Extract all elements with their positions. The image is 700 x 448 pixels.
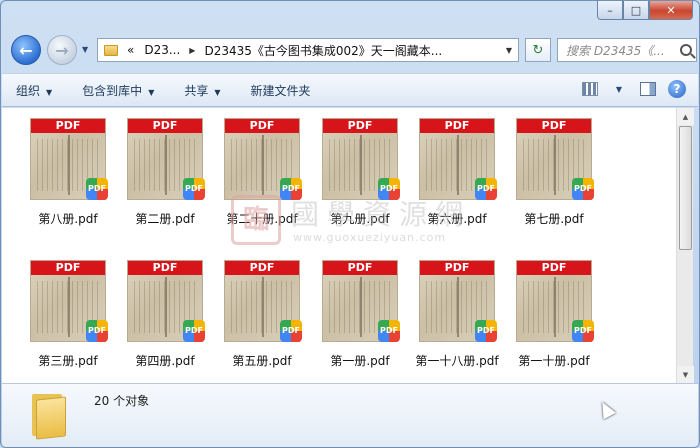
file-name: 第六册.pdf — [427, 212, 487, 226]
file-name: 第八册.pdf — [38, 212, 98, 226]
folder-icon — [30, 390, 66, 440]
pdf-banner: PDF — [31, 261, 105, 275]
pdf-banner: PDF — [31, 119, 105, 133]
include-in-library-menu[interactable]: 包含到库中 ▼ — [82, 82, 154, 99]
breadcrumb-parent[interactable]: D23... — [139, 43, 185, 57]
pdf-app-icon: PDF — [280, 178, 302, 200]
file-name: 第一十册.pdf — [518, 354, 590, 368]
file-item[interactable]: PDF PDF 第一册.pdf — [312, 254, 408, 382]
refresh-icon: ↻ — [532, 42, 544, 58]
pdf-app-icon: PDF — [86, 178, 108, 200]
back-button[interactable]: ← — [11, 35, 41, 65]
change-view-icon[interactable] — [582, 82, 598, 96]
pdf-banner: PDF — [323, 119, 397, 133]
pdf-app-icon: PDF — [378, 320, 400, 342]
scroll-down-icon[interactable]: ▼ — [677, 366, 694, 383]
file-item[interactable]: PDF PDF 第二十册.pdf — [214, 112, 310, 240]
file-item[interactable]: PDF PDF 第六册.pdf — [409, 112, 505, 240]
chevron-down-icon: ▼ — [46, 87, 53, 97]
file-name: 第四册.pdf — [135, 354, 195, 368]
new-folder-button[interactable]: 新建文件夹 — [251, 82, 311, 99]
pdf-app-icon: PDF — [475, 320, 497, 342]
file-item[interactable]: PDF PDF 第一十册.pdf — [506, 254, 602, 382]
vertical-scrollbar[interactable]: ▲ ▼ — [676, 108, 694, 383]
close-button[interactable]: ✕ — [649, 1, 693, 20]
pdf-app-icon: PDF — [183, 178, 205, 200]
scroll-up-icon[interactable]: ▲ — [677, 108, 694, 125]
refresh-button[interactable]: ↻ — [525, 38, 551, 62]
recent-pages-dropdown[interactable]: ▼ — [82, 45, 88, 54]
pdf-banner: PDF — [420, 261, 494, 275]
navigation-bar: ← → ▼ « D23... ▶ D23435《古今图书集成002》天一阁藏本.… — [9, 33, 697, 67]
arrow-right-icon: → — [55, 40, 69, 60]
file-name: 第一册.pdf — [330, 354, 390, 368]
pdf-app-icon: PDF — [378, 178, 400, 200]
scrollbar-thumb[interactable] — [679, 126, 692, 250]
share-menu[interactable]: 共享 ▼ — [184, 82, 220, 99]
minimize-button[interactable]: – — [597, 1, 623, 20]
file-item[interactable]: PDF PDF 第三册.pdf — [20, 254, 116, 382]
file-name: 第五册.pdf — [232, 354, 292, 368]
chevron-down-icon: ▼ — [214, 87, 221, 97]
organize-label: 组织 — [16, 83, 41, 98]
pdf-app-icon: PDF — [572, 178, 594, 200]
preview-pane-icon[interactable] — [640, 82, 656, 96]
file-item[interactable]: PDF PDF 第五册.pdf — [214, 254, 310, 382]
caption-buttons: – □ ✕ — [597, 1, 693, 21]
file-item[interactable]: PDF PDF 第八册.pdf — [20, 112, 116, 240]
help-icon[interactable]: ? — [668, 80, 686, 98]
include-library-label: 包含到库中 — [82, 83, 143, 98]
pdf-banner: PDF — [225, 261, 299, 275]
file-item[interactable]: PDF PDF 第一十八册.pdf — [409, 254, 505, 382]
explorer-window: – □ ✕ ← → ▼ « D23... ▶ D23435《古今图书集成002》… — [0, 0, 700, 448]
share-label: 共享 — [184, 83, 209, 98]
organize-menu[interactable]: 组织 ▼ — [16, 82, 52, 99]
pdf-banner: PDF — [225, 119, 299, 133]
arrow-left-icon: ← — [19, 40, 33, 60]
file-item[interactable]: PDF PDF 第二册.pdf — [117, 112, 213, 240]
folder-icon — [104, 44, 118, 56]
command-bar: 组织 ▼ 包含到库中 ▼ 共享 ▼ 新建文件夹 ▼ ? — [2, 73, 698, 107]
pdf-app-icon: PDF — [280, 320, 302, 342]
search-icon[interactable] — [680, 44, 692, 56]
file-item[interactable]: PDF PDF 第四册.pdf — [117, 254, 213, 382]
maximize-button[interactable]: □ — [623, 1, 649, 20]
pdf-banner: PDF — [128, 261, 202, 275]
address-chevrons[interactable]: « — [122, 43, 139, 57]
file-name: 第七册.pdf — [524, 212, 584, 226]
pdf-app-icon: PDF — [86, 320, 108, 342]
file-name: 第三册.pdf — [38, 354, 98, 368]
file-name: 第二十册.pdf — [226, 212, 298, 226]
item-count: 20 个对象 — [94, 394, 150, 408]
file-item[interactable]: PDF PDF 第九册.pdf — [312, 112, 408, 240]
pdf-banner: PDF — [420, 119, 494, 133]
chevron-down-icon: ▼ — [148, 87, 155, 97]
file-name: 第九册.pdf — [330, 212, 390, 226]
pdf-banner: PDF — [128, 119, 202, 133]
view-controls: ▼ ? — [570, 80, 686, 98]
view-dropdown-icon[interactable]: ▼ — [610, 80, 628, 98]
search-box[interactable]: 搜索 D23435《... — [557, 38, 697, 62]
details-pane: 20 个对象 — [2, 383, 698, 447]
file-item[interactable]: PDF PDF 第七册.pdf — [506, 112, 602, 240]
address-bar[interactable]: « D23... ▶ D23435《古今图书集成002》天一阁藏本... ▼ — [97, 38, 519, 62]
breadcrumb-current[interactable]: D23435《古今图书集成002》天一阁藏本... — [199, 42, 447, 59]
file-list: PDF PDF 第八册.pdf PDF PDF 第二册.pdf PDF PDF 第二十册.pdf… — [2, 108, 676, 383]
file-name: 第一十八册.pdf — [415, 354, 499, 368]
pdf-app-icon: PDF — [183, 320, 205, 342]
forward-button[interactable]: → — [47, 35, 77, 65]
search-input[interactable]: 搜索 D23435《... — [566, 42, 678, 59]
pdf-banner: PDF — [517, 119, 591, 133]
file-name: 第二册.pdf — [135, 212, 195, 226]
pdf-app-icon: PDF — [572, 320, 594, 342]
address-dropdown-icon[interactable]: ▼ — [500, 46, 518, 55]
pdf-app-icon: PDF — [475, 178, 497, 200]
breadcrumb-separator-icon[interactable]: ▶ — [185, 46, 199, 55]
pdf-banner: PDF — [517, 261, 591, 275]
pdf-banner: PDF — [323, 261, 397, 275]
